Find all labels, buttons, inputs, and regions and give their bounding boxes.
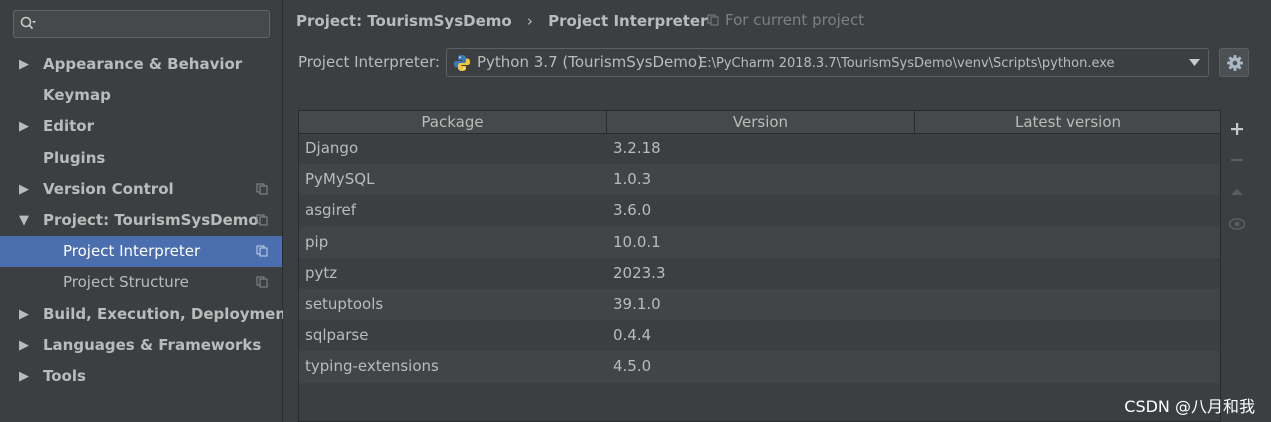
breadcrumb: Project: TourismSysDemo › Project Interp…	[296, 11, 708, 31]
table-row[interactable]: PyMySQL 1.0.3	[299, 164, 1220, 196]
copy-icon	[707, 14, 719, 26]
table-body: Django 3.2.18 PyMySQL 1.0.3 asgiref 3.6.0 pip 1…	[299, 133, 1220, 383]
package-name-cell: PyMySQL	[305, 170, 375, 189]
collapsed-arrow-icon[interactable]: ▶	[19, 174, 29, 205]
copy-icon	[256, 183, 268, 195]
package-toolbar	[1223, 110, 1251, 422]
interpreter-label: Project Interpreter:	[298, 53, 440, 71]
column-header-version[interactable]: Version	[607, 111, 915, 133]
sidebar-item[interactable]: ▶ Tools	[0, 361, 282, 392]
main-panel: Project: TourismSysDemo › Project Interp…	[283, 0, 1271, 422]
scope-note: For current project	[707, 11, 864, 29]
settings-sidebar: ▶ Appearance & Behavior Keymap ▶ Editor Plugi…	[0, 0, 293, 422]
version-cell: 2023.3	[613, 263, 666, 282]
sidebar-item-label: Project Interpreter	[63, 242, 201, 261]
upgrade-icon[interactable]	[1227, 182, 1247, 202]
gear-icon	[1227, 55, 1243, 71]
table-header: Package Version Latest version	[299, 111, 1220, 134]
table-row[interactable]: Django 3.2.18	[299, 133, 1220, 164]
collapsed-arrow-icon[interactable]: ▶	[19, 49, 29, 80]
column-header-latest-version[interactable]: Latest version	[915, 111, 1220, 133]
sidebar-item-label: Plugins	[43, 148, 106, 167]
sidebar-item-label: Project Structure	[63, 273, 189, 292]
table-row[interactable]: setuptools 39.1.0	[299, 288, 1220, 321]
table-row[interactable]: typing-extensions 4.5.0	[299, 351, 1220, 383]
expanded-arrow-icon[interactable]: ▼	[19, 205, 29, 236]
sidebar-item[interactable]: ▶ Appearance & Behavior	[0, 49, 282, 80]
sidebar-item-label: Version Control	[43, 179, 174, 198]
interpreter-select[interactable]: Python 3.7 (TourismSysDemo) E:\PyCharm 2…	[446, 48, 1209, 77]
search-icon[interactable]	[19, 15, 37, 33]
search-field[interactable]	[13, 10, 270, 38]
sidebar-item[interactable]: ▶ Languages & Frameworks	[0, 330, 282, 361]
package-name-cell: asgiref	[305, 201, 357, 220]
sidebar-item[interactable]: Project Interpreter	[0, 236, 282, 268]
copy-icon	[256, 214, 268, 226]
sidebar-item-label: Keymap	[43, 86, 111, 105]
copy-icon	[256, 276, 268, 288]
version-cell: 0.4.4	[613, 326, 652, 345]
python-icon	[454, 55, 470, 71]
column-header-package[interactable]: Package	[299, 111, 607, 133]
collapsed-arrow-icon[interactable]: ▶	[19, 361, 29, 392]
sidebar-item[interactable]: ▶ Editor	[0, 111, 282, 142]
copy-icon	[256, 245, 268, 257]
interpreter-settings-button[interactable]	[1219, 48, 1249, 77]
eye-icon[interactable]	[1227, 214, 1247, 234]
sidebar-item-label: Tools	[43, 366, 86, 385]
chevron-down-icon[interactable]	[1189, 59, 1200, 66]
plus-icon[interactable]	[1227, 119, 1247, 139]
package-name-cell: typing-extensions	[305, 357, 439, 376]
interpreter-path: E:\PyCharm 2018.3.7\TourismSysDemo\venv\…	[699, 56, 1115, 71]
settings-tree: ▶ Appearance & Behavior Keymap ▶ Editor Plugi…	[0, 49, 293, 392]
package-name-cell: sqlparse	[305, 326, 369, 345]
package-name-cell: setuptools	[305, 294, 384, 313]
sidebar-item-label: Appearance & Behavior	[43, 55, 243, 73]
table-row[interactable]: pytz 2023.3	[299, 258, 1220, 289]
collapsed-arrow-icon[interactable]: ▶	[19, 299, 29, 330]
version-cell: 1.0.3	[613, 170, 652, 189]
watermark: CSDN @八月和我	[1124, 397, 1255, 416]
breadcrumb-separator: ›	[526, 11, 533, 30]
package-name-cell: pytz	[305, 263, 338, 282]
scope-label: For current project	[725, 11, 865, 29]
sidebar-item[interactable]: ▼ Project: TourismSysDemo	[0, 205, 282, 236]
package-name-cell: pip	[305, 232, 329, 251]
interpreter-name: Python 3.7 (TourismSysDemo)	[477, 53, 703, 71]
sidebar-item[interactable]: ▶ Version Control	[0, 174, 282, 205]
sidebar-item[interactable]: Plugins	[0, 143, 282, 174]
version-cell: 39.1.0	[613, 294, 661, 313]
sidebar-item-label: Build, Execution, Deployment	[43, 304, 294, 323]
minus-icon[interactable]	[1227, 150, 1247, 170]
table-row[interactable]: pip 10.0.1	[299, 226, 1220, 258]
collapsed-arrow-icon[interactable]: ▶	[19, 111, 29, 142]
sidebar-item[interactable]: Keymap	[0, 80, 282, 111]
sidebar-item[interactable]: ▶ Build, Execution, Deployment	[0, 299, 293, 330]
table-row[interactable]: sqlparse 0.4.4	[299, 320, 1220, 351]
version-cell: 4.5.0	[613, 357, 652, 376]
page-title: Project Interpreter	[548, 11, 708, 30]
sidebar-item-label: Editor	[43, 117, 94, 136]
collapsed-arrow-icon[interactable]: ▶	[19, 330, 29, 361]
version-cell: 3.6.0	[613, 201, 652, 220]
sidebar-item-label: Languages & Frameworks	[43, 335, 262, 354]
packages-table: Package Version Latest version Django 3.2…	[298, 110, 1221, 422]
table-row[interactable]: asgiref 3.6.0	[299, 195, 1220, 226]
sidebar-item[interactable]: Project Structure	[0, 267, 282, 298]
package-name-cell: Django	[305, 139, 359, 157]
sidebar-item-label: Project: TourismSysDemo	[43, 210, 259, 229]
breadcrumb-parent: Project: TourismSysDemo	[296, 11, 512, 30]
version-cell: 3.2.18	[613, 139, 661, 157]
version-cell: 10.0.1	[613, 232, 661, 251]
